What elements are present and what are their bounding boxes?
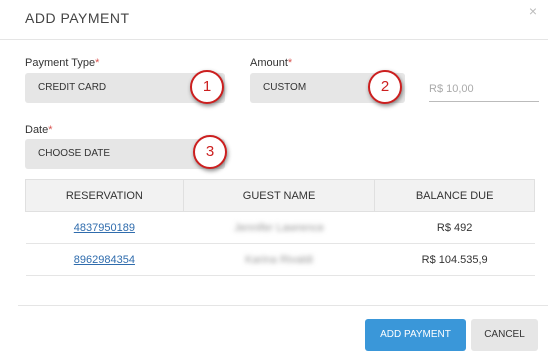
required-mark: * <box>95 57 100 69</box>
required-mark: * <box>48 124 53 136</box>
table-row: 4837950189 Jennifer Lawrence R$ 492 <box>25 211 535 244</box>
modal-title: ADD PAYMENT <box>25 10 130 26</box>
column-header-balance-due: BALANCE DUE <box>374 179 535 212</box>
balance-due-cell: R$ 104.535,9 <box>374 243 535 276</box>
reservation-link[interactable]: 4837950189 <box>74 222 135 234</box>
callout-badge-1: 1 <box>190 70 224 104</box>
table-row: 8962984354 Karina Rivaldi R$ 104.535,9 <box>25 243 535 276</box>
guest-name: Karina Rivaldi <box>245 253 313 266</box>
column-header-guest-name: GUEST NAME <box>182 179 376 212</box>
modal-header: ADD PAYMENT × <box>0 0 548 40</box>
callout-badge-2: 2 <box>368 70 402 104</box>
balance-due-cell: R$ 492 <box>374 211 535 244</box>
amount-label-text: Amount <box>250 57 288 69</box>
column-header-reservation: RESERVATION <box>25 179 184 212</box>
amount-label: Amount* <box>250 57 292 69</box>
payment-type-label: Payment Type* <box>25 57 99 69</box>
date-label-text: Date <box>25 124 49 136</box>
cancel-button[interactable]: CANCEL <box>471 319 538 351</box>
amount-input[interactable] <box>429 76 539 102</box>
reservation-link[interactable]: 8962984354 <box>74 254 135 266</box>
required-mark: * <box>287 57 293 69</box>
footer-divider <box>18 305 548 306</box>
add-payment-modal: ADD PAYMENT × Payment Type* CREDIT CARD … <box>0 0 548 354</box>
callout-badge-3: 3 <box>193 135 227 169</box>
guest-name: Jennifer Lawrence <box>234 221 324 234</box>
reservation-cell: 8962984354 <box>25 243 184 276</box>
payment-type-label-text: Payment Type <box>25 57 96 69</box>
reservations-table: RESERVATION GUEST NAME BALANCE DUE 48379… <box>25 179 535 276</box>
table-header-row: RESERVATION GUEST NAME BALANCE DUE <box>25 179 535 212</box>
reservation-cell: 4837950189 <box>25 211 184 244</box>
date-label: Date* <box>25 124 53 136</box>
close-icon[interactable]: × <box>529 3 537 19</box>
add-payment-button[interactable]: ADD PAYMENT <box>365 319 466 351</box>
guest-name-cell: Karina Rivaldi <box>183 243 375 276</box>
guest-name-cell: Jennifer Lawrence <box>183 211 375 244</box>
